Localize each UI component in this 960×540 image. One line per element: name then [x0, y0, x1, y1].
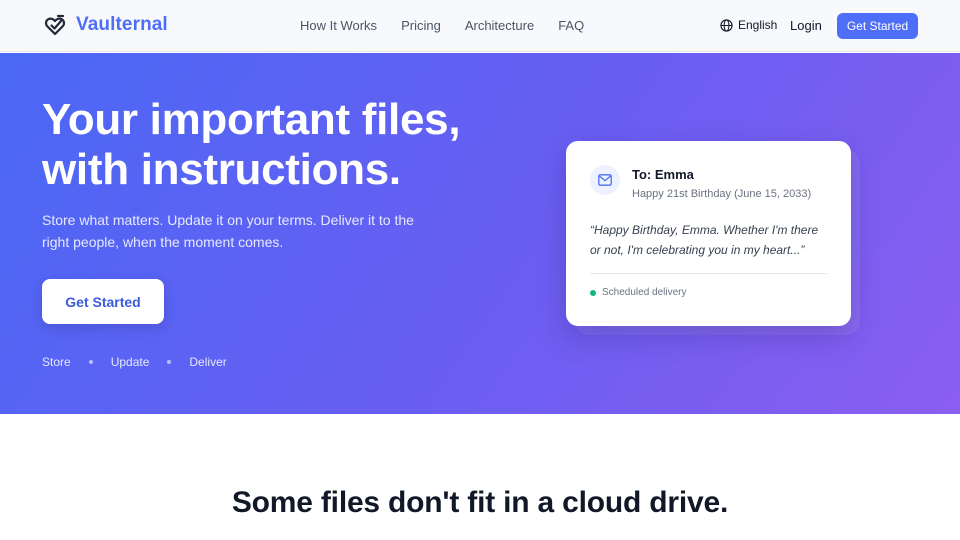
hero-subtitle: Store what matters. Update it on your te…	[42, 212, 414, 250]
heart-shield-icon	[44, 14, 66, 36]
hero-steps: Store Update Deliver	[42, 355, 227, 369]
card-divider	[590, 273, 827, 274]
login-link[interactable]: Login	[790, 18, 822, 33]
brand-logo[interactable]: Vaulternal	[44, 13, 168, 37]
hero-section: Your important files, with instructions.…	[0, 53, 960, 414]
language-selector[interactable]: English	[720, 18, 777, 32]
delivery-preview-card: To: Emma Happy 21st Birthday (June 15, 2…	[566, 141, 851, 326]
step-deliver: Deliver	[189, 355, 227, 369]
language-label: English	[738, 18, 778, 32]
nav-link-how-it-works[interactable]: How It Works	[300, 18, 377, 33]
card-recipient: To: Emma	[632, 167, 694, 182]
hero-title-line-1: Your important files,	[42, 95, 461, 144]
step-separator-dot	[88, 360, 93, 364]
nav-link-architecture[interactable]: Architecture	[465, 18, 534, 33]
status-dot-icon	[590, 289, 596, 296]
hero-title-line-2: with instructions.	[42, 145, 401, 194]
hero-get-started-button[interactable]: Get Started	[42, 279, 164, 324]
step-separator-dot	[167, 360, 172, 364]
nav-get-started-button[interactable]: Get Started	[837, 13, 918, 39]
card-status-label: Scheduled delivery	[602, 287, 687, 298]
mail-icon	[598, 174, 612, 186]
nav-link-pricing[interactable]: Pricing	[401, 18, 441, 33]
section-title: Some files don't fit in a cloud drive.	[231, 486, 729, 519]
mail-icon-badge	[590, 165, 620, 195]
step-store: Store	[42, 355, 71, 369]
brand-name: Vaulternal	[76, 14, 168, 35]
step-update: Update	[110, 355, 150, 369]
top-navbar: Vaulternal How It Works Pricing Architec…	[0, 0, 960, 52]
globe-icon	[720, 18, 733, 32]
card-message: “Happy Birthday, Emma. Whether I'm there…	[590, 223, 819, 257]
card-status: Scheduled delivery	[590, 287, 687, 298]
hero-title: Your important files, with instructions.	[42, 95, 461, 195]
nav-links: How It Works Pricing Architecture FAQ	[300, 18, 584, 33]
card-occasion: Happy 21st Birthday (June 15, 2033)	[632, 188, 812, 200]
nav-link-faq[interactable]: FAQ	[558, 18, 584, 33]
